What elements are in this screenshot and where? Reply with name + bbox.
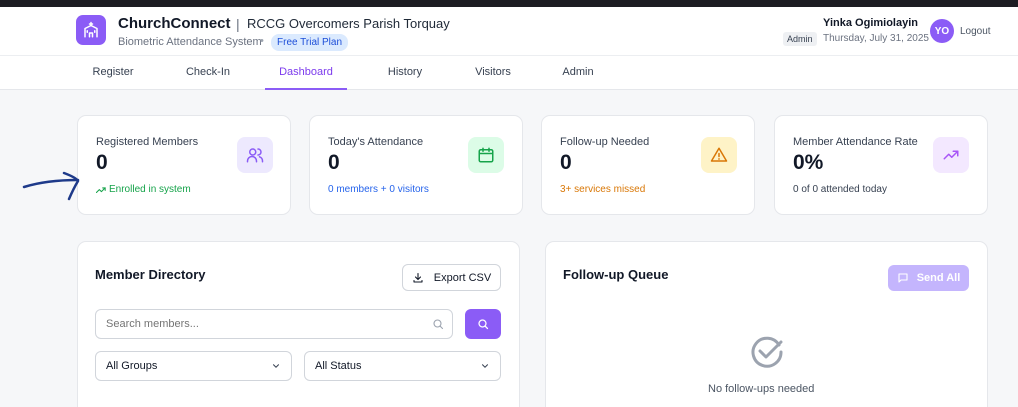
role-badge: Admin [783,32,817,46]
app-subtitle: Biometric Attendance System [118,36,262,48]
status-filter-value: All Status [315,360,362,372]
stat-value: 0 [328,151,340,174]
parish-name: RCCG Overcomers Parish Torquay [247,16,450,31]
plan-badge: Free Trial Plan [271,34,349,51]
chevron-down-icon [272,364,280,368]
tab-history[interactable]: History [375,56,435,90]
app-name: ChurchConnect [118,15,231,32]
follow-up-empty-text: No follow-ups needed [708,383,815,395]
stat-label: Follow-up Needed [560,136,650,148]
stat-note-text: 3+ services missed [560,184,646,195]
stat-note-text: 0 members + 0 visitors [328,184,429,195]
tab-visitors[interactable]: Visitors [462,56,524,90]
avatar[interactable]: YO [930,19,954,43]
message-icon [898,273,908,283]
stat-value: 0 [96,151,108,174]
calendar-icon [468,137,504,173]
search-icon [478,319,489,330]
stat-card-todays-attendance: Today's Attendance 0 0 members + 0 visit… [309,115,523,215]
tab-dashboard[interactable]: Dashboard [265,56,347,90]
logout-button[interactable]: Logout [960,26,991,37]
stat-card-follow-up-needed: Follow-up Needed 0 3+ services missed [541,115,755,215]
tab-admin[interactable]: Admin [552,56,604,90]
export-csv-label: Export CSV [433,271,492,284]
stat-label: Today's Attendance [328,136,424,148]
stat-value: 0 [560,151,572,174]
group-filter-select[interactable]: All Groups [95,351,292,381]
app-header: ChurchConnect | RCCG Overcomers Parish T… [0,7,1018,55]
title-separator: | [236,16,240,32]
stat-card-member-attendance-rate: Member Attendance Rate 0% 0 of 0 attende… [774,115,988,215]
search-icon [433,319,444,330]
stat-note-text: Enrolled in system [109,184,191,195]
download-icon [413,272,423,283]
warning-icon [701,137,737,173]
group-filter-value: All Groups [106,360,158,372]
chevron-down-icon [481,364,489,368]
status-filter-select[interactable]: All Status [304,351,501,381]
member-directory-title: Member Directory [95,267,206,282]
subtitle-dot: • [260,35,264,47]
user-name: Yinka Ogimiolayin [823,17,918,29]
check-circle-icon [751,336,783,368]
tab-register[interactable]: Register [80,56,146,90]
follow-up-queue-title: Follow-up Queue [563,267,669,282]
stat-value: 0% [793,151,824,174]
search-input[interactable] [95,309,453,339]
church-logo-icon [76,15,106,45]
search-button[interactable] [465,309,501,339]
trending-up-icon [933,137,969,173]
tab-check-in[interactable]: Check-In [175,56,241,90]
export-csv-button[interactable]: Export CSV [402,264,501,291]
stat-note: Enrolled in system [96,184,191,195]
stat-label: Registered Members [96,136,199,148]
main-nav: Register Check-In Dashboard History Visi… [0,55,1018,90]
stat-note-text: 0 of 0 attended today [793,184,887,195]
stat-label: Member Attendance Rate [793,136,918,148]
stat-card-registered-members: Registered Members 0 Enrolled in system [77,115,291,215]
send-all-button[interactable]: Send All [888,265,969,291]
users-icon [237,137,273,173]
trending-up-small-icon [96,186,106,193]
current-date: Thursday, July 31, 2025 [823,33,929,44]
window-top-bar [0,0,1018,7]
hand-drawn-arrow-icon [22,171,80,201]
send-all-label: Send All [916,272,961,284]
